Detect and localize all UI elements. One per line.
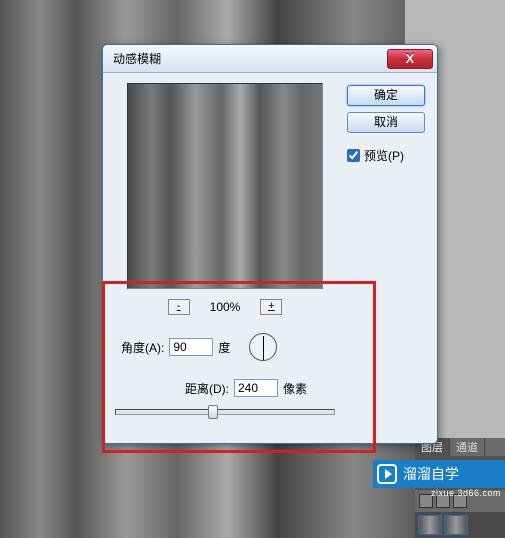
zoom-in-button[interactable]: + bbox=[260, 299, 282, 315]
titlebar[interactable]: 动感模糊 X bbox=[103, 45, 437, 73]
close-button[interactable]: X bbox=[387, 49, 433, 69]
distance-unit: 像素 bbox=[283, 380, 307, 397]
layer-thumbnail[interactable] bbox=[418, 515, 442, 535]
layer-thumbnail[interactable] bbox=[444, 515, 468, 535]
watermark-brand: 溜溜自学 bbox=[403, 464, 459, 484]
distance-input[interactable] bbox=[234, 379, 278, 397]
watermark-url: zixue.3d66.com bbox=[431, 488, 501, 498]
angle-unit: 度 bbox=[218, 339, 230, 356]
preview-checkbox-label: 预览(P) bbox=[364, 147, 404, 164]
ok-button[interactable]: 确定 bbox=[347, 85, 425, 106]
angle-label: 角度(A): bbox=[121, 339, 164, 356]
motion-blur-dialog: 动感模糊 X - 100% + 角度(A): 度 距离(D): 像素 bbox=[102, 44, 438, 444]
zoom-level: 100% bbox=[210, 300, 241, 314]
angle-wheel[interactable] bbox=[249, 333, 277, 361]
play-icon bbox=[377, 464, 397, 484]
cancel-button[interactable]: 取消 bbox=[347, 112, 425, 133]
distance-slider[interactable] bbox=[115, 409, 335, 415]
angle-input[interactable] bbox=[169, 338, 213, 356]
distance-label: 距离(D): bbox=[185, 380, 229, 397]
preview-checkbox-row[interactable]: 预览(P) bbox=[347, 147, 425, 164]
preview-checkbox[interactable] bbox=[347, 149, 360, 162]
watermark: 溜溜自学 bbox=[373, 460, 505, 488]
dialog-title: 动感模糊 bbox=[113, 50, 387, 67]
tab-channels[interactable]: 通道 bbox=[450, 438, 485, 456]
preview-thumbnail[interactable] bbox=[127, 83, 323, 289]
close-icon: X bbox=[406, 51, 415, 66]
zoom-out-button[interactable]: - bbox=[168, 299, 190, 315]
slider-thumb[interactable] bbox=[208, 405, 218, 419]
